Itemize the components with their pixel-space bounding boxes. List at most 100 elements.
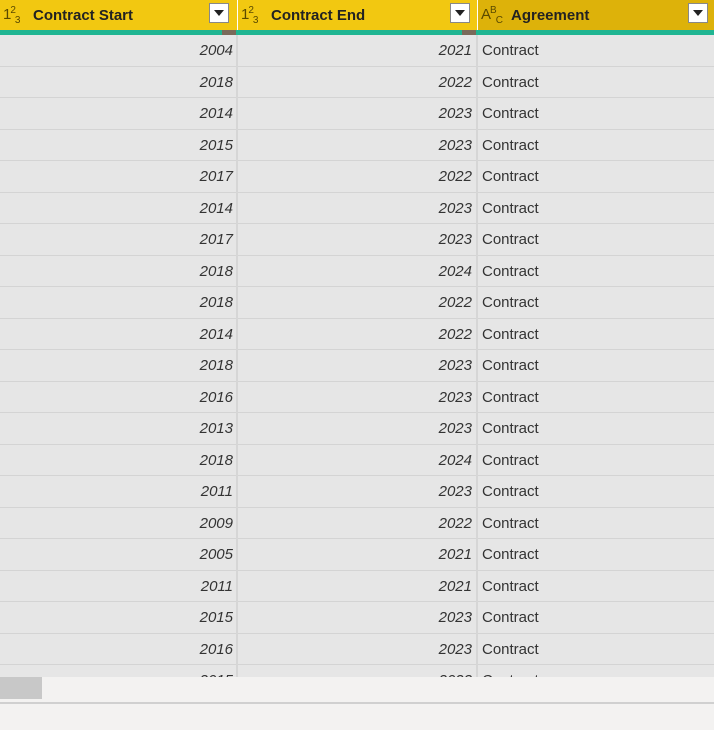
table-row[interactable]: 2018 2023 Contract bbox=[0, 350, 714, 382]
cell-contract-end[interactable]: 2022 bbox=[238, 161, 472, 192]
cell-contract-end[interactable]: 2022 bbox=[238, 67, 472, 98]
cell-contract-start[interactable]: 2018 bbox=[0, 67, 233, 98]
table-row[interactable]: 2014 2022 Contract bbox=[0, 319, 714, 350]
table-row[interactable]: 2005 2021 Contract bbox=[0, 539, 714, 571]
cell-contract-start[interactable]: 2018 bbox=[0, 350, 233, 381]
table-row[interactable]: 2014 2023 Contract bbox=[0, 193, 714, 224]
filter-dropdown-button[interactable] bbox=[209, 3, 229, 23]
table-row[interactable]: 2018 2022 Contract bbox=[0, 67, 714, 98]
cell-agreement[interactable]: Contract bbox=[482, 602, 702, 633]
cell-agreement[interactable]: Contract bbox=[482, 539, 702, 570]
cell-contract-start[interactable]: 2015 bbox=[0, 665, 233, 677]
column-divider[interactable] bbox=[476, 35, 478, 677]
cell-contract-end[interactable]: 2021 bbox=[238, 571, 472, 602]
cell-contract-end[interactable]: 2021 bbox=[238, 539, 472, 570]
column-header-agreement[interactable]: ABC Agreement bbox=[478, 0, 714, 30]
table-row[interactable]: 2018 2024 Contract bbox=[0, 445, 714, 476]
cell-contract-start[interactable]: 2014 bbox=[0, 193, 233, 224]
cell-contract-start[interactable]: 2013 bbox=[0, 413, 233, 444]
cell-contract-start[interactable]: 2011 bbox=[0, 571, 233, 602]
cell-contract-start[interactable]: 2016 bbox=[0, 634, 233, 665]
cell-contract-start[interactable]: 2017 bbox=[0, 161, 233, 192]
column-divider[interactable] bbox=[236, 35, 238, 677]
table-row[interactable]: 2017 2022 Contract bbox=[0, 161, 714, 193]
cell-contract-end[interactable]: 2023 bbox=[238, 382, 472, 413]
table-row[interactable]: 2018 2024 Contract bbox=[0, 256, 714, 287]
cell-agreement[interactable]: Contract bbox=[482, 476, 702, 507]
cell-contract-start[interactable]: 2015 bbox=[0, 130, 233, 161]
column-header-contract-start[interactable]: 123 Contract Start bbox=[0, 0, 238, 30]
cell-agreement[interactable]: Contract bbox=[482, 319, 702, 350]
number-type-icon[interactable]: 123 bbox=[3, 5, 29, 26]
table-row[interactable]: 2011 2021 Contract bbox=[0, 571, 714, 602]
cell-contract-end[interactable]: 2023 bbox=[238, 476, 472, 507]
table-row[interactable]: 2016 2023 Contract bbox=[0, 382, 714, 413]
cell-agreement[interactable]: Contract bbox=[482, 224, 702, 255]
cell-contract-end[interactable]: 2024 bbox=[238, 256, 472, 287]
cell-agreement[interactable]: Contract bbox=[482, 413, 702, 444]
cell-contract-end[interactable]: 2023 bbox=[238, 130, 472, 161]
table-row[interactable]: 2013 2023 Contract bbox=[0, 413, 714, 445]
cell-contract-end[interactable]: 2021 bbox=[238, 35, 472, 66]
cell-contract-start[interactable]: 2018 bbox=[0, 287, 233, 318]
table-row[interactable]: 2011 2023 Contract bbox=[0, 476, 714, 508]
column-header-label: Agreement bbox=[511, 6, 590, 24]
cell-contract-end[interactable]: 2023 bbox=[238, 413, 472, 444]
cell-contract-end[interactable]: 2023 bbox=[238, 350, 472, 381]
table-row[interactable]: 20152023 Contract bbox=[0, 130, 714, 161]
filter-dropdown-button[interactable] bbox=[450, 3, 470, 23]
cell-contract-start[interactable]: 2018 bbox=[0, 445, 233, 476]
cell-contract-end[interactable]: 2023 bbox=[238, 193, 472, 224]
cell-agreement[interactable]: Contract bbox=[482, 35, 702, 66]
number-type-icon[interactable]: 123 bbox=[241, 5, 267, 26]
table-row[interactable]: 2004 2021 Contract bbox=[0, 35, 714, 67]
horizontal-scrollbar[interactable] bbox=[0, 677, 714, 701]
cell-agreement[interactable]: Contract bbox=[482, 382, 702, 413]
table-row[interactable]: 2009 2022 Contract bbox=[0, 508, 714, 539]
table-row[interactable]: 2014 2023 Contract bbox=[0, 98, 714, 130]
cell-contract-start[interactable]: 2011 bbox=[0, 476, 233, 507]
cell-agreement[interactable]: Contract bbox=[482, 665, 702, 677]
cell-agreement[interactable]: Contract bbox=[482, 508, 702, 539]
column-header-contract-end[interactable]: 123 Contract End bbox=[238, 0, 478, 30]
table-row[interactable]: 2016 2023 Contract bbox=[0, 634, 714, 665]
cell-contract-end[interactable]: 2022 bbox=[238, 508, 472, 539]
chevron-down-icon bbox=[455, 10, 465, 16]
cell-contract-end[interactable]: 2022 bbox=[238, 287, 472, 318]
cell-agreement[interactable]: Contract bbox=[482, 161, 702, 192]
cell-agreement[interactable]: Contract bbox=[482, 193, 702, 224]
cell-contract-start[interactable]: 2018 bbox=[0, 256, 233, 287]
cell-agreement[interactable]: Contract bbox=[482, 256, 702, 287]
filter-dropdown-button[interactable] bbox=[688, 3, 708, 23]
divider bbox=[0, 702, 714, 704]
cell-contract-end[interactable]: 2023 bbox=[238, 665, 472, 677]
cell-contract-end[interactable]: 2022 bbox=[238, 319, 472, 350]
text-type-icon[interactable]: ABC bbox=[481, 5, 507, 26]
cell-contract-end[interactable]: 2023 bbox=[238, 98, 472, 129]
table-row[interactable]: 2015 2023 Contract bbox=[0, 665, 714, 677]
cell-agreement[interactable]: Contract bbox=[482, 445, 702, 476]
cell-contract-start[interactable]: 2009 bbox=[0, 508, 233, 539]
table-row[interactable]: 20152023 Contract bbox=[0, 602, 714, 634]
cell-contract-start[interactable]: 2015 bbox=[0, 602, 233, 633]
cell-agreement[interactable]: Contract bbox=[482, 67, 702, 98]
cell-contract-end[interactable]: 2023 bbox=[238, 224, 472, 255]
table-row[interactable]: 2018 2022 Contract bbox=[0, 287, 714, 319]
cell-contract-end[interactable]: 2023 bbox=[238, 602, 472, 633]
cell-contract-end[interactable]: 2023 bbox=[238, 634, 472, 665]
cell-contract-end[interactable]: 2024 bbox=[238, 445, 472, 476]
cell-agreement[interactable]: Contract bbox=[482, 571, 702, 602]
table-row[interactable]: 2017 2023 Contract bbox=[0, 224, 714, 256]
cell-contract-start[interactable]: 2016 bbox=[0, 382, 233, 413]
cell-contract-start[interactable]: 2014 bbox=[0, 98, 233, 129]
scrollbar-thumb[interactable] bbox=[0, 677, 42, 699]
cell-contract-start[interactable]: 2017 bbox=[0, 224, 233, 255]
cell-contract-start[interactable]: 2005 bbox=[0, 539, 233, 570]
cell-contract-start[interactable]: 2014 bbox=[0, 319, 233, 350]
cell-agreement[interactable]: Contract bbox=[482, 287, 702, 318]
cell-agreement[interactable]: Contract bbox=[482, 98, 702, 129]
cell-agreement[interactable]: Contract bbox=[482, 130, 702, 161]
cell-contract-start[interactable]: 2004 bbox=[0, 35, 233, 66]
cell-agreement[interactable]: Contract bbox=[482, 634, 702, 665]
cell-agreement[interactable]: Contract bbox=[482, 350, 702, 381]
